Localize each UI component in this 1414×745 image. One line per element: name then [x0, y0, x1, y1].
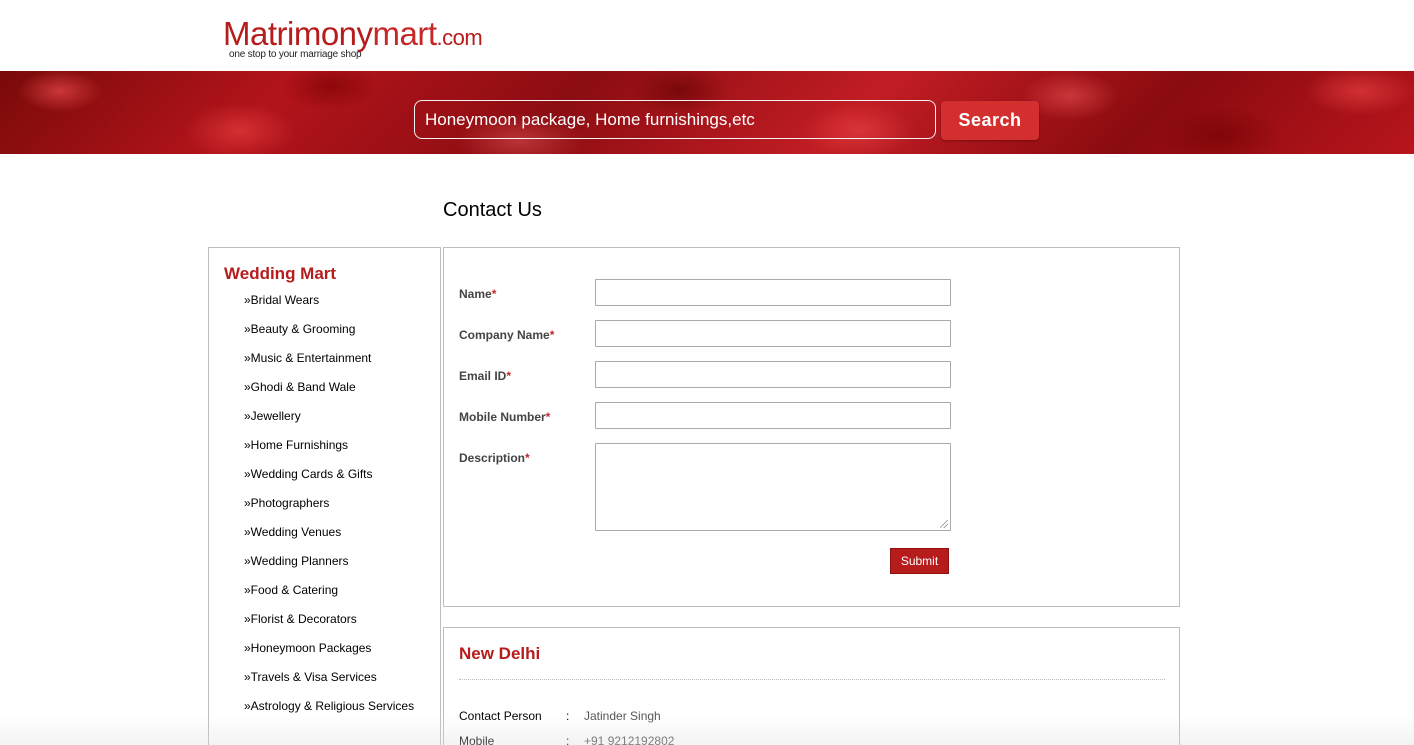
name-field[interactable]	[595, 279, 951, 306]
sidebar-item-food-catering[interactable]: »Food & Catering	[244, 583, 414, 612]
mobile-number-label: Mobile Number*	[459, 410, 551, 424]
company-name-field[interactable]	[595, 320, 951, 347]
search-button[interactable]: Search	[941, 101, 1039, 140]
separator: :	[566, 734, 570, 745]
sidebar-item-music-entertainment[interactable]: »Music & Entertainment	[244, 351, 414, 380]
sidebar-item-photographers[interactable]: »Photographers	[244, 496, 414, 525]
mobile-label: Mobile	[459, 734, 495, 745]
rose-petal-banner: Honeymoon package, Home furnishings,etc …	[0, 71, 1414, 154]
site-header: Matrimonymart.com one stop to your marri…	[0, 0, 1414, 71]
search-placeholder: Honeymoon package, Home furnishings,etc	[425, 110, 755, 129]
sidebar-item-astrology-religious[interactable]: »Astrology & Religious Services	[244, 699, 414, 728]
sidebar-item-bridal-wears[interactable]: »Bridal Wears	[244, 293, 414, 322]
mobile-value: +91 9212192802	[584, 734, 675, 745]
sidebar-item-travels-visa[interactable]: »Travels & Visa Services	[244, 670, 414, 699]
sidebar-item-florist-decorators[interactable]: »Florist & Decorators	[244, 612, 414, 641]
page-title: Contact Us	[443, 199, 542, 221]
logo-tagline: one stop to your marriage shop	[229, 49, 362, 60]
contact-form: Name* Company Name* Email ID* Mobile Num…	[443, 247, 1180, 607]
required-mark: *	[545, 410, 551, 424]
site-logo[interactable]: Matrimonymart.com one stop to your marri…	[223, 15, 483, 61]
name-label: Name*	[459, 287, 497, 301]
sidebar: Wedding Mart »Bridal Wears »Beauty & Gro…	[208, 247, 441, 745]
sidebar-item-ghodi-band-wale[interactable]: »Ghodi & Band Wale	[244, 380, 414, 409]
search-input[interactable]: Honeymoon package, Home furnishings,etc	[414, 100, 936, 139]
logo-part-1: Matrimony	[223, 15, 373, 52]
required-mark: *	[525, 451, 530, 465]
contact-person-label: Contact Person	[459, 709, 542, 723]
email-label: Email ID*	[459, 369, 512, 383]
email-field[interactable]	[595, 361, 951, 388]
required-mark: *	[491, 287, 497, 301]
contact-person-value: Jatinder Singh	[584, 709, 661, 723]
resize-handle-icon[interactable]	[940, 520, 948, 528]
sidebar-title: Wedding Mart	[224, 264, 337, 283]
sidebar-list: »Bridal Wears »Beauty & Grooming »Music …	[244, 293, 414, 728]
sidebar-item-home-furnishings[interactable]: »Home Furnishings	[244, 438, 414, 467]
required-mark: *	[506, 369, 512, 383]
sidebar-item-jewellery[interactable]: »Jewellery	[244, 409, 414, 438]
logo-part-2: mart	[372, 15, 438, 52]
sidebar-item-honeymoon-packages[interactable]: »Honeymoon Packages	[244, 641, 414, 670]
separator: :	[566, 709, 570, 723]
description-label: Description*	[459, 451, 530, 465]
logo-part-3: .com	[436, 25, 483, 50]
sidebar-item-wedding-cards-gifts[interactable]: »Wedding Cards & Gifts	[244, 467, 414, 496]
contact-city-title: New Delhi	[459, 644, 541, 663]
sidebar-item-wedding-venues[interactable]: »Wedding Venues	[244, 525, 414, 554]
required-mark: *	[549, 328, 555, 342]
contact-info-card: New Delhi Contact Person : Jatinder Sing…	[443, 627, 1180, 745]
sidebar-item-beauty-grooming[interactable]: »Beauty & Grooming	[244, 322, 414, 351]
description-textarea[interactable]	[595, 443, 951, 531]
sidebar-item-wedding-planners[interactable]: »Wedding Planners	[244, 554, 414, 583]
submit-button[interactable]: Submit	[890, 548, 949, 574]
divider	[459, 679, 1165, 680]
mobile-number-field[interactable]	[595, 402, 951, 429]
company-name-label: Company Name*	[459, 328, 555, 342]
